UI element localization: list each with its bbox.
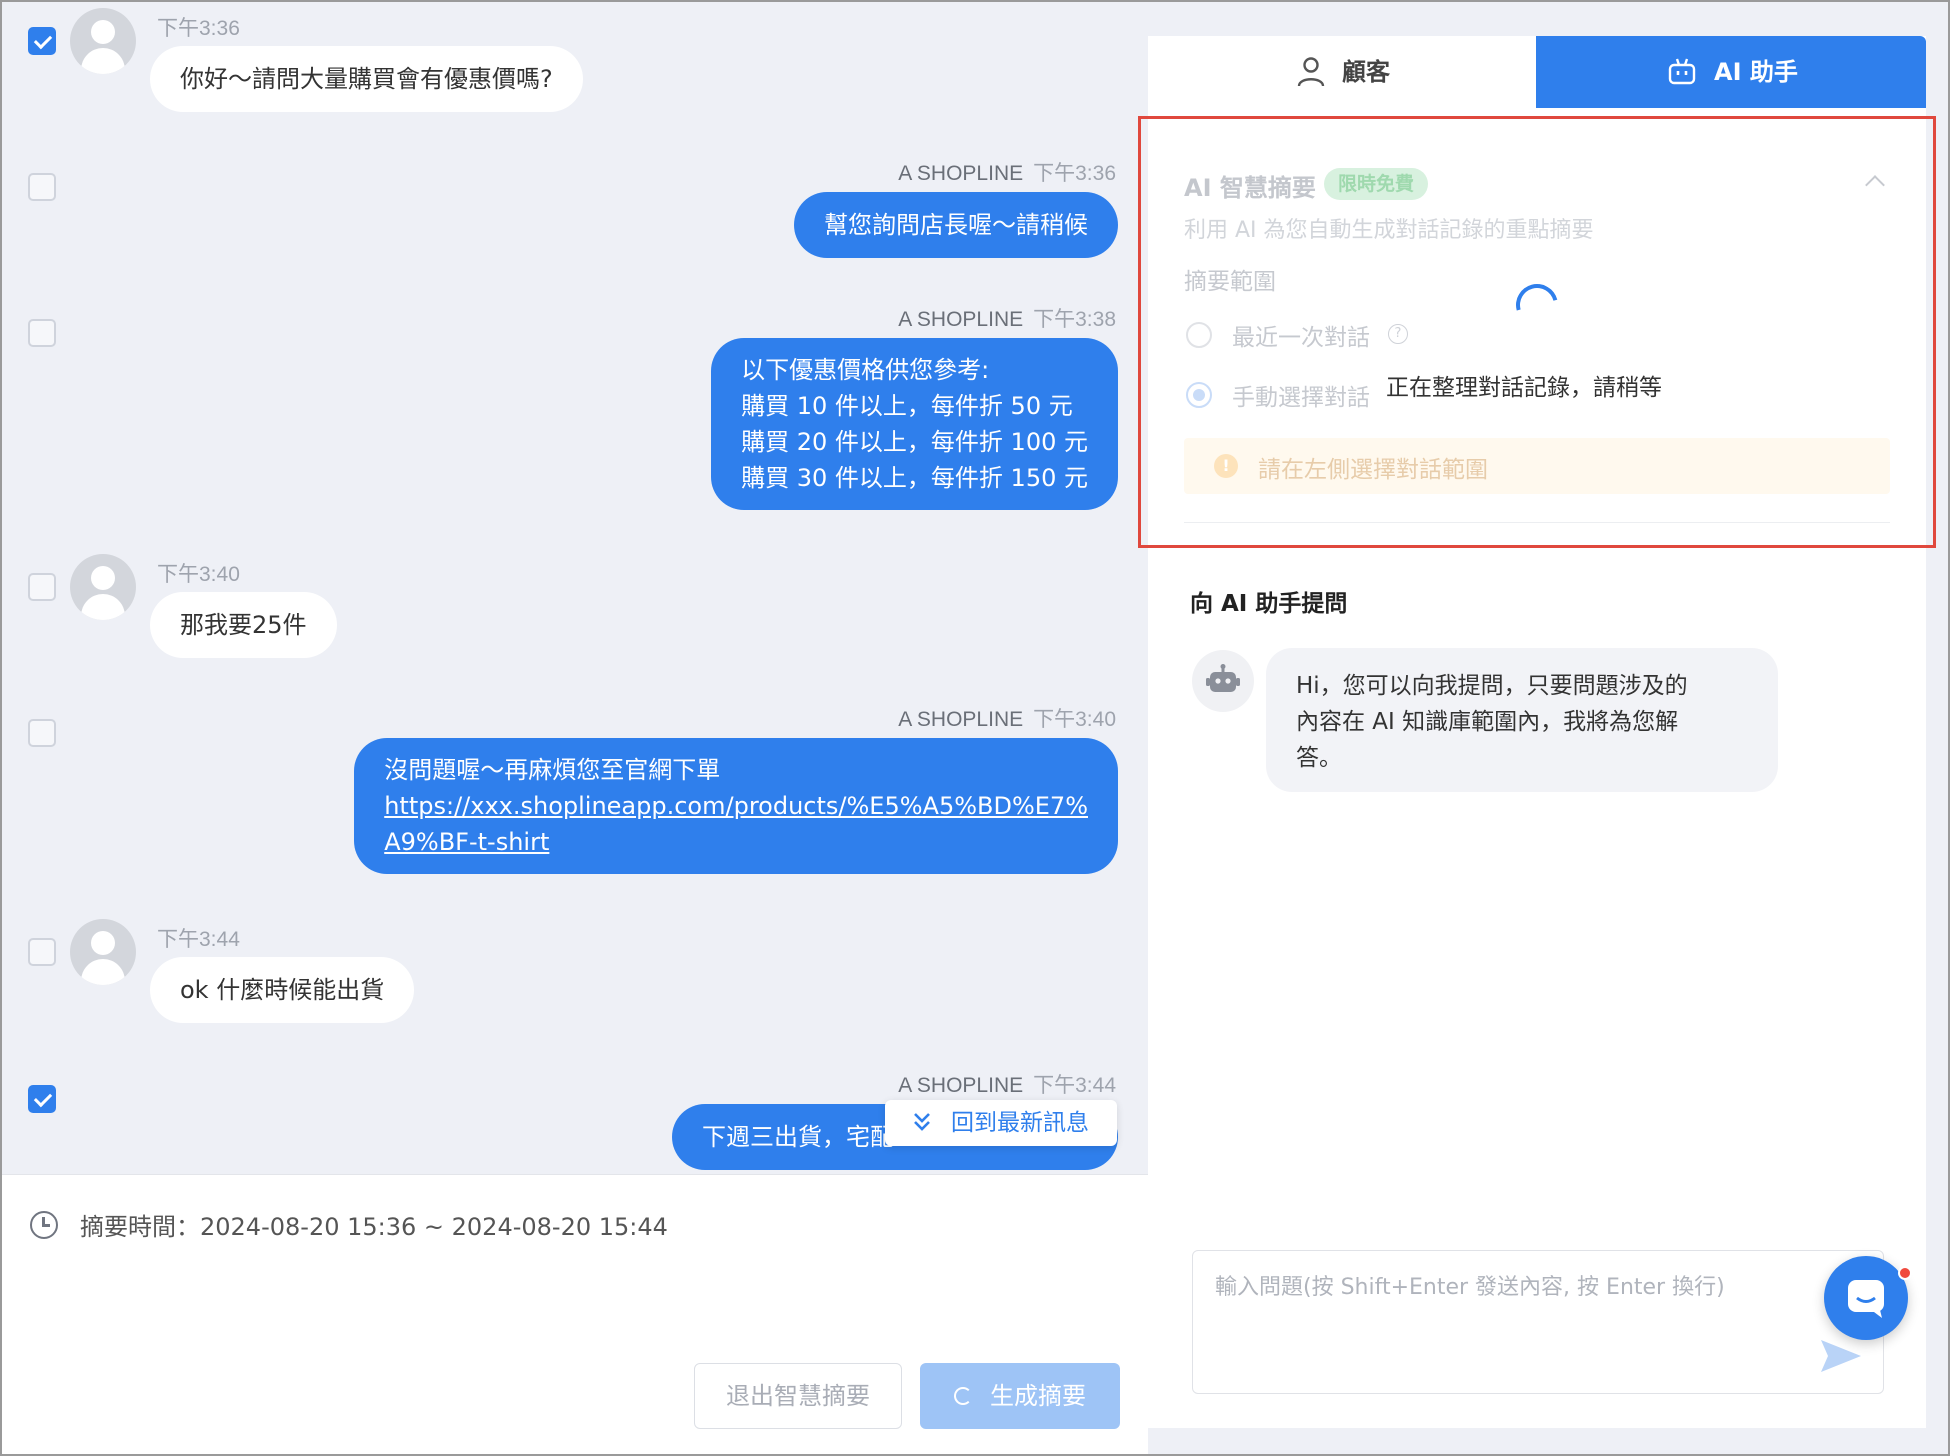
agent-message: 幫您詢問店長喔～請稍候 bbox=[794, 192, 1118, 258]
message-meta: A SHOPLINE 下午3:38 bbox=[898, 303, 1116, 333]
message-checkbox[interactable] bbox=[28, 719, 56, 747]
person-icon bbox=[1297, 57, 1325, 87]
customer-message: ok 什麼時候能出貨 bbox=[150, 957, 415, 1023]
bot-greeting-message: Hi，您可以向我提問，只要問題涉及的 內容在 AI 知識庫範圍內，我將為您解 答… bbox=[1266, 648, 1778, 792]
jump-to-latest-label: 回到最新訊息 bbox=[951, 1110, 1089, 1136]
message-line: 購買 30 件以上，每件折 150 元 bbox=[741, 464, 1088, 492]
message-time: 下午3:36 bbox=[1033, 162, 1116, 185]
message-line: 以下優惠價格供您參考: bbox=[741, 356, 990, 384]
conversation-panel: 下午3:36 你好～請問大量購買會有優惠價嗎? A SHOPLINE 下午3:36… bbox=[2, 2, 1148, 1454]
message-checkbox[interactable] bbox=[28, 573, 56, 601]
customer-avatar bbox=[70, 554, 136, 620]
highlight-annotation-box bbox=[1138, 116, 1936, 548]
greeting-line: 內容在 AI 知識庫範圍內，我將為您解 bbox=[1296, 709, 1679, 735]
message-time: 下午3:44 bbox=[157, 928, 240, 951]
message-checkbox[interactable] bbox=[28, 1085, 56, 1113]
message-line: 購買 20 件以上，每件折 100 元 bbox=[741, 428, 1088, 456]
summary-time-range: 摘要時間：2024-08-20 15:36 ~ 2024-08-20 15:44 bbox=[80, 1207, 668, 1242]
product-link[interactable]: https://xxx.shoplineapp.com/products/%E5… bbox=[384, 792, 1088, 820]
agent-message: 以下優惠價格供您參考: 購買 10 件以上，每件折 50 元 購買 20 件以上… bbox=[711, 338, 1118, 510]
bot-avatar bbox=[1192, 650, 1254, 712]
customer-avatar bbox=[70, 8, 136, 74]
generate-summary-label: 生成摘要 bbox=[990, 1382, 1086, 1410]
notification-dot bbox=[1898, 1266, 1912, 1280]
message-time: 下午3:36 bbox=[157, 17, 240, 40]
support-chat-button[interactable] bbox=[1824, 1256, 1908, 1340]
tab-customer[interactable]: 顧客 bbox=[1148, 36, 1536, 108]
customer-avatar bbox=[70, 919, 136, 985]
loading-spinner-icon bbox=[954, 1387, 972, 1405]
question-input[interactable]: 輸入問題(按 Shift+Enter 發送內容, 按 Enter 換行) bbox=[1192, 1250, 1884, 1394]
summary-time-label: 摘要時間： bbox=[80, 1213, 200, 1241]
message-time: 下午3:40 bbox=[157, 563, 240, 586]
greeting-line: 答。 bbox=[1296, 745, 1342, 771]
message-time: 下午3:38 bbox=[1033, 308, 1116, 331]
chat-bubble-icon bbox=[1848, 1280, 1884, 1318]
agent-message: 沒問題喔～再麻煩您至官網下單 https://xxx.shoplineapp.c… bbox=[354, 738, 1118, 874]
customer-message: 那我要25件 bbox=[150, 592, 337, 658]
generate-summary-button[interactable]: 生成摘要 bbox=[920, 1363, 1120, 1429]
message-time: 下午3:44 bbox=[1033, 1074, 1116, 1097]
message-meta: A SHOPLINE 下午3:44 bbox=[898, 1069, 1116, 1099]
agent-name: A SHOPLINE bbox=[898, 1074, 1024, 1097]
customer-message: 你好～請問大量購買會有優惠價嗎? bbox=[150, 46, 583, 112]
send-icon[interactable] bbox=[1819, 1337, 1863, 1375]
robot-icon bbox=[1206, 664, 1240, 692]
question-input-placeholder: 輸入問題(按 Shift+Enter 發送內容, 按 Enter 換行) bbox=[1215, 1275, 1725, 1300]
message-checkbox[interactable] bbox=[28, 319, 56, 347]
agent-name: A SHOPLINE bbox=[898, 708, 1024, 731]
tab-ai-label: AI 助手 bbox=[1714, 58, 1798, 86]
tab-ai-assistant[interactable]: AI 助手 bbox=[1536, 36, 1926, 108]
tab-customer-label: 顧客 bbox=[1342, 58, 1390, 86]
message-checkbox[interactable] bbox=[28, 27, 56, 55]
app-window: 下午3:36 你好～請問大量購買會有優惠價嗎? A SHOPLINE 下午3:36… bbox=[0, 0, 1950, 1456]
message-meta: A SHOPLINE 下午3:40 bbox=[898, 703, 1116, 733]
message-meta: A SHOPLINE 下午3:36 bbox=[898, 157, 1116, 187]
ask-ai-title: 向 AI 助手提問 bbox=[1190, 591, 1348, 617]
message-checkbox[interactable] bbox=[28, 938, 56, 966]
summary-time-value: 2024-08-20 15:36 ~ 2024-08-20 15:44 bbox=[200, 1213, 668, 1241]
message-line: 沒問題喔～再麻煩您至官網下單 bbox=[384, 756, 721, 784]
product-link[interactable]: A9%BF-t-shirt bbox=[384, 828, 549, 856]
agent-name: A SHOPLINE bbox=[898, 162, 1024, 185]
message-line: 購買 10 件以上，每件折 50 元 bbox=[741, 392, 1073, 420]
message-time: 下午3:40 bbox=[1033, 708, 1116, 731]
summary-footer: 摘要時間：2024-08-20 15:36 ~ 2024-08-20 15:44… bbox=[2, 1174, 1148, 1454]
agent-name: A SHOPLINE bbox=[898, 308, 1024, 331]
greeting-line: Hi，您可以向我提問，只要問題涉及的 bbox=[1296, 673, 1688, 699]
exit-summary-button[interactable]: 退出智慧摘要 bbox=[694, 1363, 902, 1429]
double-chevron-down-icon bbox=[914, 1113, 930, 1131]
jump-to-latest-button[interactable]: 回到最新訊息 bbox=[885, 1100, 1117, 1146]
clock-icon bbox=[30, 1211, 58, 1239]
message-list[interactable]: 下午3:36 你好～請問大量購買會有優惠價嗎? A SHOPLINE 下午3:36… bbox=[2, 2, 1148, 1174]
message-checkbox[interactable] bbox=[28, 173, 56, 201]
robot-icon bbox=[1668, 58, 1696, 85]
